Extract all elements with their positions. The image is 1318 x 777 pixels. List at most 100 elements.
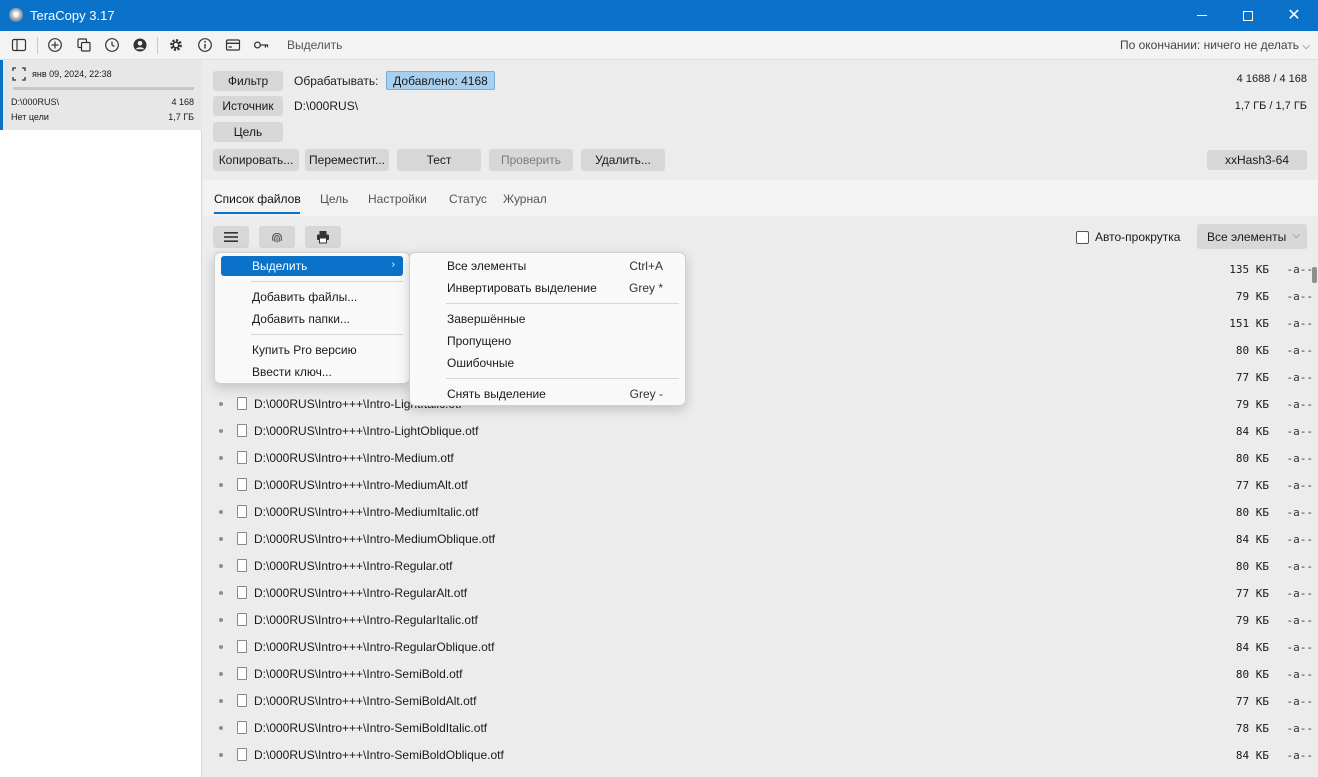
file-size: 151 КБ (1229, 317, 1269, 330)
submenu-item-label: Ошибочные (447, 356, 515, 370)
toolbar-divider (37, 37, 38, 54)
file-attributes: -a-- (1286, 479, 1314, 492)
file-row[interactable]: D:\000RUS\Intro+++\Intro-MediumItalic.ot… (213, 499, 1313, 526)
file-icon (237, 478, 247, 491)
on-finish-dropdown[interactable]: По окончании: ничего не делать ⌵ (1120, 38, 1310, 52)
shortcut-label: Grey * (628, 281, 663, 295)
file-size: 79 КБ (1235, 398, 1269, 411)
user-icon[interactable] (132, 37, 148, 53)
file-attributes: -a-- (1286, 506, 1314, 519)
file-row[interactable]: D:\000RUS\Intro+++\Intro-Regular.otf 80 К… (213, 553, 1313, 580)
file-attributes: -a-- (1286, 695, 1314, 708)
file-icon (237, 505, 247, 518)
file-row[interactable]: D:\000RUS\Intro+++\Intro-RegularAlt.otf 7… (213, 580, 1313, 607)
menu-divider (251, 281, 403, 282)
file-icon (237, 397, 247, 410)
add-icon[interactable] (47, 37, 63, 53)
file-row[interactable]: D:\000RUS\Intro+++\Intro-LightOblique.ot… (213, 418, 1313, 445)
file-size: 79 КБ (1235, 614, 1269, 627)
file-size: 84 КБ (1235, 749, 1269, 762)
file-name: D:\000RUS\Intro+++\Intro-SemiBold.otf (254, 667, 463, 681)
file-size: 135 КБ (1229, 263, 1269, 276)
file-name: D:\000RUS\Intro+++\Intro-Medium.otf (254, 451, 454, 465)
sidebar-toggle-icon[interactable] (11, 37, 27, 53)
menu-item-label: Добавить файлы... (252, 290, 358, 304)
menu-item-buy-pro[interactable]: Купить Pro версию (221, 340, 403, 360)
job-count: 4 168 (171, 97, 194, 107)
job-list-panel: янв 09, 2024, 22:38 D:\000RUS\ 4 168 Нет… (0, 60, 202, 777)
status-dot-icon (219, 537, 223, 541)
file-size: 80 КБ (1235, 560, 1269, 573)
minimize-button[interactable] (1179, 0, 1225, 31)
file-icon (237, 559, 247, 572)
file-row[interactable]: D:\000RUS\Intro+++\Intro-RegularOblique.… (213, 634, 1313, 661)
copy-icon[interactable] (76, 37, 92, 53)
shortcut-label: Grey - (629, 387, 663, 401)
submenu-item-skipped[interactable]: Пропущено (416, 331, 679, 351)
file-attributes: -a-- (1286, 641, 1314, 654)
file-size: 78 КБ (1235, 722, 1269, 735)
file-row[interactable]: D:\000RUS\Intro+++\Intro-Medium.otf 80 КБ… (213, 445, 1313, 472)
close-button[interactable]: ✕ (1271, 0, 1317, 31)
file-row[interactable]: D:\000RUS\Intro+++\Intro-MediumAlt.otf 77… (213, 472, 1313, 499)
gear-icon[interactable] (168, 37, 184, 53)
status-dot-icon (219, 645, 223, 649)
maximize-button[interactable] (1225, 0, 1271, 31)
file-icon (237, 586, 247, 599)
file-name: D:\000RUS\Intro+++\Intro-RegularOblique.… (254, 640, 495, 654)
file-attributes: -a-- (1286, 668, 1314, 681)
file-row[interactable]: D:\000RUS\Intro+++\Intro-RegularItalic.o… (213, 607, 1313, 634)
submenu-item-clear[interactable]: Снять выделение Grey - (416, 384, 679, 404)
file-row[interactable]: D:\000RUS\Intro+++\Intro-MediumOblique.o… (213, 526, 1313, 553)
file-icon (237, 613, 247, 626)
menu-item-enter-key[interactable]: Ввести ключ... (221, 362, 403, 382)
file-icon (237, 667, 247, 680)
history-icon[interactable] (104, 37, 120, 53)
select-label[interactable]: Выделить (287, 38, 342, 52)
menu-item-label: Ввести ключ... (252, 365, 332, 379)
window-title: TeraCopy 3.17 (30, 8, 115, 23)
file-name: D:\000RUS\Intro+++\Intro-Regular.otf (254, 559, 453, 573)
main-panel: Фильтр Обрабатывать: Добавлено: 4168 Ист… (203, 60, 1318, 777)
file-list: 135 КБ -a-- 79 КБ -a-- 151 КБ -a-- 80 КБ -a-- 77… (203, 60, 1318, 777)
file-icon (237, 748, 247, 761)
menu-item-add-files[interactable]: Добавить файлы... (221, 287, 403, 307)
submenu-item-invert[interactable]: Инвертировать выделение Grey * (416, 278, 679, 298)
card-icon[interactable] (225, 37, 241, 53)
file-attributes: -a-- (1286, 587, 1314, 600)
file-name: D:\000RUS\Intro+++\Intro-RegularAlt.otf (254, 586, 468, 600)
expand-icon (12, 67, 26, 81)
file-attributes: -a-- (1286, 722, 1314, 735)
status-dot-icon (219, 402, 223, 406)
file-row[interactable]: D:\000RUS\Intro+++\Intro-SemiBoldItalic.… (213, 715, 1313, 742)
file-attributes: -a-- (1286, 371, 1314, 384)
menu-item-label: Добавить папки... (252, 312, 350, 326)
status-dot-icon (219, 510, 223, 514)
file-icon (237, 424, 247, 437)
key-icon[interactable] (253, 37, 269, 53)
menu-item-add-folders[interactable]: Добавить папки... (221, 309, 403, 329)
context-menu: Выделить › Добавить файлы... Добавить па… (214, 252, 410, 384)
job-date: янв 09, 2024, 22:38 (32, 69, 112, 79)
teracopy-logo-icon (9, 8, 23, 22)
file-row[interactable]: D:\000RUS\Intro+++\Intro-LightItalic.otf… (213, 391, 1313, 418)
menu-item-select[interactable]: Выделить › (221, 256, 403, 276)
file-size: 84 КБ (1235, 641, 1269, 654)
submenu-item-label: Пропущено (447, 334, 512, 348)
status-dot-icon (219, 753, 223, 757)
info-icon[interactable] (197, 37, 213, 53)
file-row[interactable]: D:\000RUS\Intro+++\Intro-SemiBoldOblique… (213, 742, 1313, 769)
submenu-item-label: Завершённые (447, 312, 526, 326)
submenu-item-errors[interactable]: Ошибочные (416, 353, 679, 373)
file-size: 84 КБ (1235, 533, 1269, 546)
file-attributes: -a-- (1286, 560, 1314, 573)
submenu-item-all[interactable]: Все элементы Ctrl+A (416, 256, 679, 276)
job-item[interactable]: янв 09, 2024, 22:38 D:\000RUS\ 4 168 Нет… (0, 60, 202, 130)
status-dot-icon (219, 726, 223, 730)
submenu-item-completed[interactable]: Завершённые (416, 309, 679, 329)
file-row[interactable]: D:\000RUS\Intro+++\Intro-SemiBold.otf 80 … (213, 661, 1313, 688)
file-icon (237, 451, 247, 464)
file-size: 77 КБ (1235, 479, 1269, 492)
file-row[interactable]: D:\000RUS\Intro+++\Intro-SemiBoldAlt.otf… (213, 688, 1313, 715)
file-name: D:\000RUS\Intro+++\Intro-SemiBoldOblique… (254, 748, 504, 762)
